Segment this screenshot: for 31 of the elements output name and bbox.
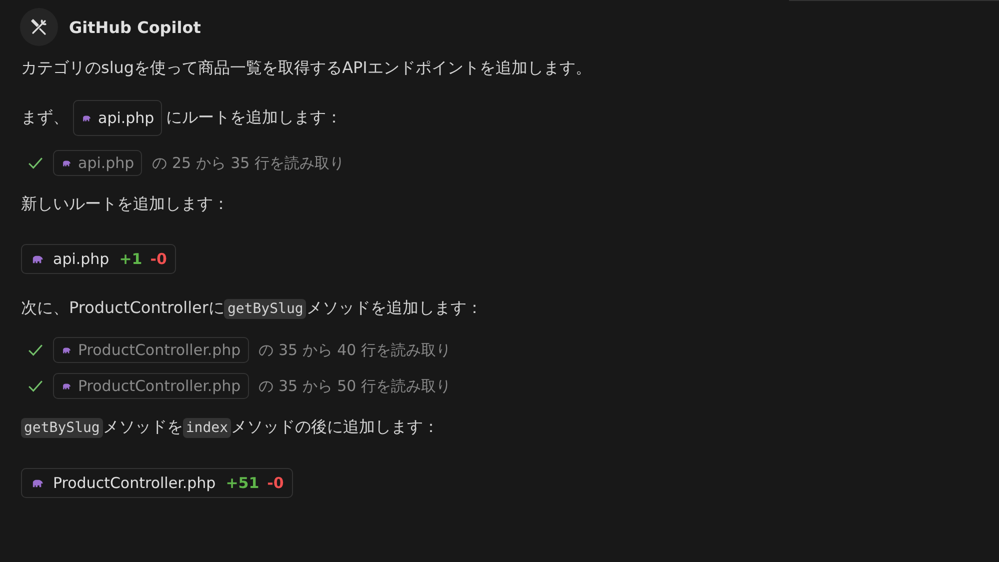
message-text: まず、 api.php にルートを追加します：	[21, 100, 979, 136]
file-link[interactable]: api.php	[73, 100, 162, 136]
added-count: +51	[226, 474, 260, 492]
file-link[interactable]: api.php	[53, 150, 142, 176]
message-text: カテゴリのslugを使って商品一覧を取得するAPIエンドポイントを追加します。	[21, 57, 592, 79]
elephant-icon	[30, 478, 45, 488]
file-name: api.php	[53, 250, 110, 268]
file-name: ProductController.php	[53, 474, 216, 492]
code-span: getBySlug	[224, 299, 306, 319]
read-status: の 35 から 50 行を読み取り	[258, 376, 451, 396]
elephant-icon	[61, 346, 72, 354]
added-count: +1	[119, 250, 142, 268]
message-text: 次に、ProductControllerに getBySlug メソッドを追加します：	[21, 297, 484, 321]
removed-count: -0	[267, 474, 284, 492]
removed-count: -0	[150, 250, 167, 268]
file-link[interactable]: ProductController.php	[53, 373, 249, 399]
file-edit-card[interactable]: api.php +1 -0	[21, 244, 176, 274]
elephant-icon	[61, 158, 72, 168]
assistant-name: GitHub Copilot	[69, 18, 201, 36]
code-span: index	[182, 418, 232, 438]
elephant-icon	[81, 114, 92, 122]
message-text: getBySlug メソッドを index メソッドの後に追加します：	[21, 413, 979, 442]
tools-icon	[20, 8, 58, 46]
file-link[interactable]: ProductController.php	[53, 337, 249, 363]
read-status: の 35 から 40 行を読み取り	[258, 340, 451, 360]
code-span: getBySlug	[21, 418, 103, 438]
message-text: 新しいルートを追加します：	[21, 193, 230, 215]
read-status: の 25 から 35 行を読み取り	[152, 154, 344, 172]
file-edit-card[interactable]: ProductController.php +51 -0	[21, 468, 293, 498]
elephant-icon	[61, 382, 72, 390]
elephant-icon	[30, 254, 45, 264]
